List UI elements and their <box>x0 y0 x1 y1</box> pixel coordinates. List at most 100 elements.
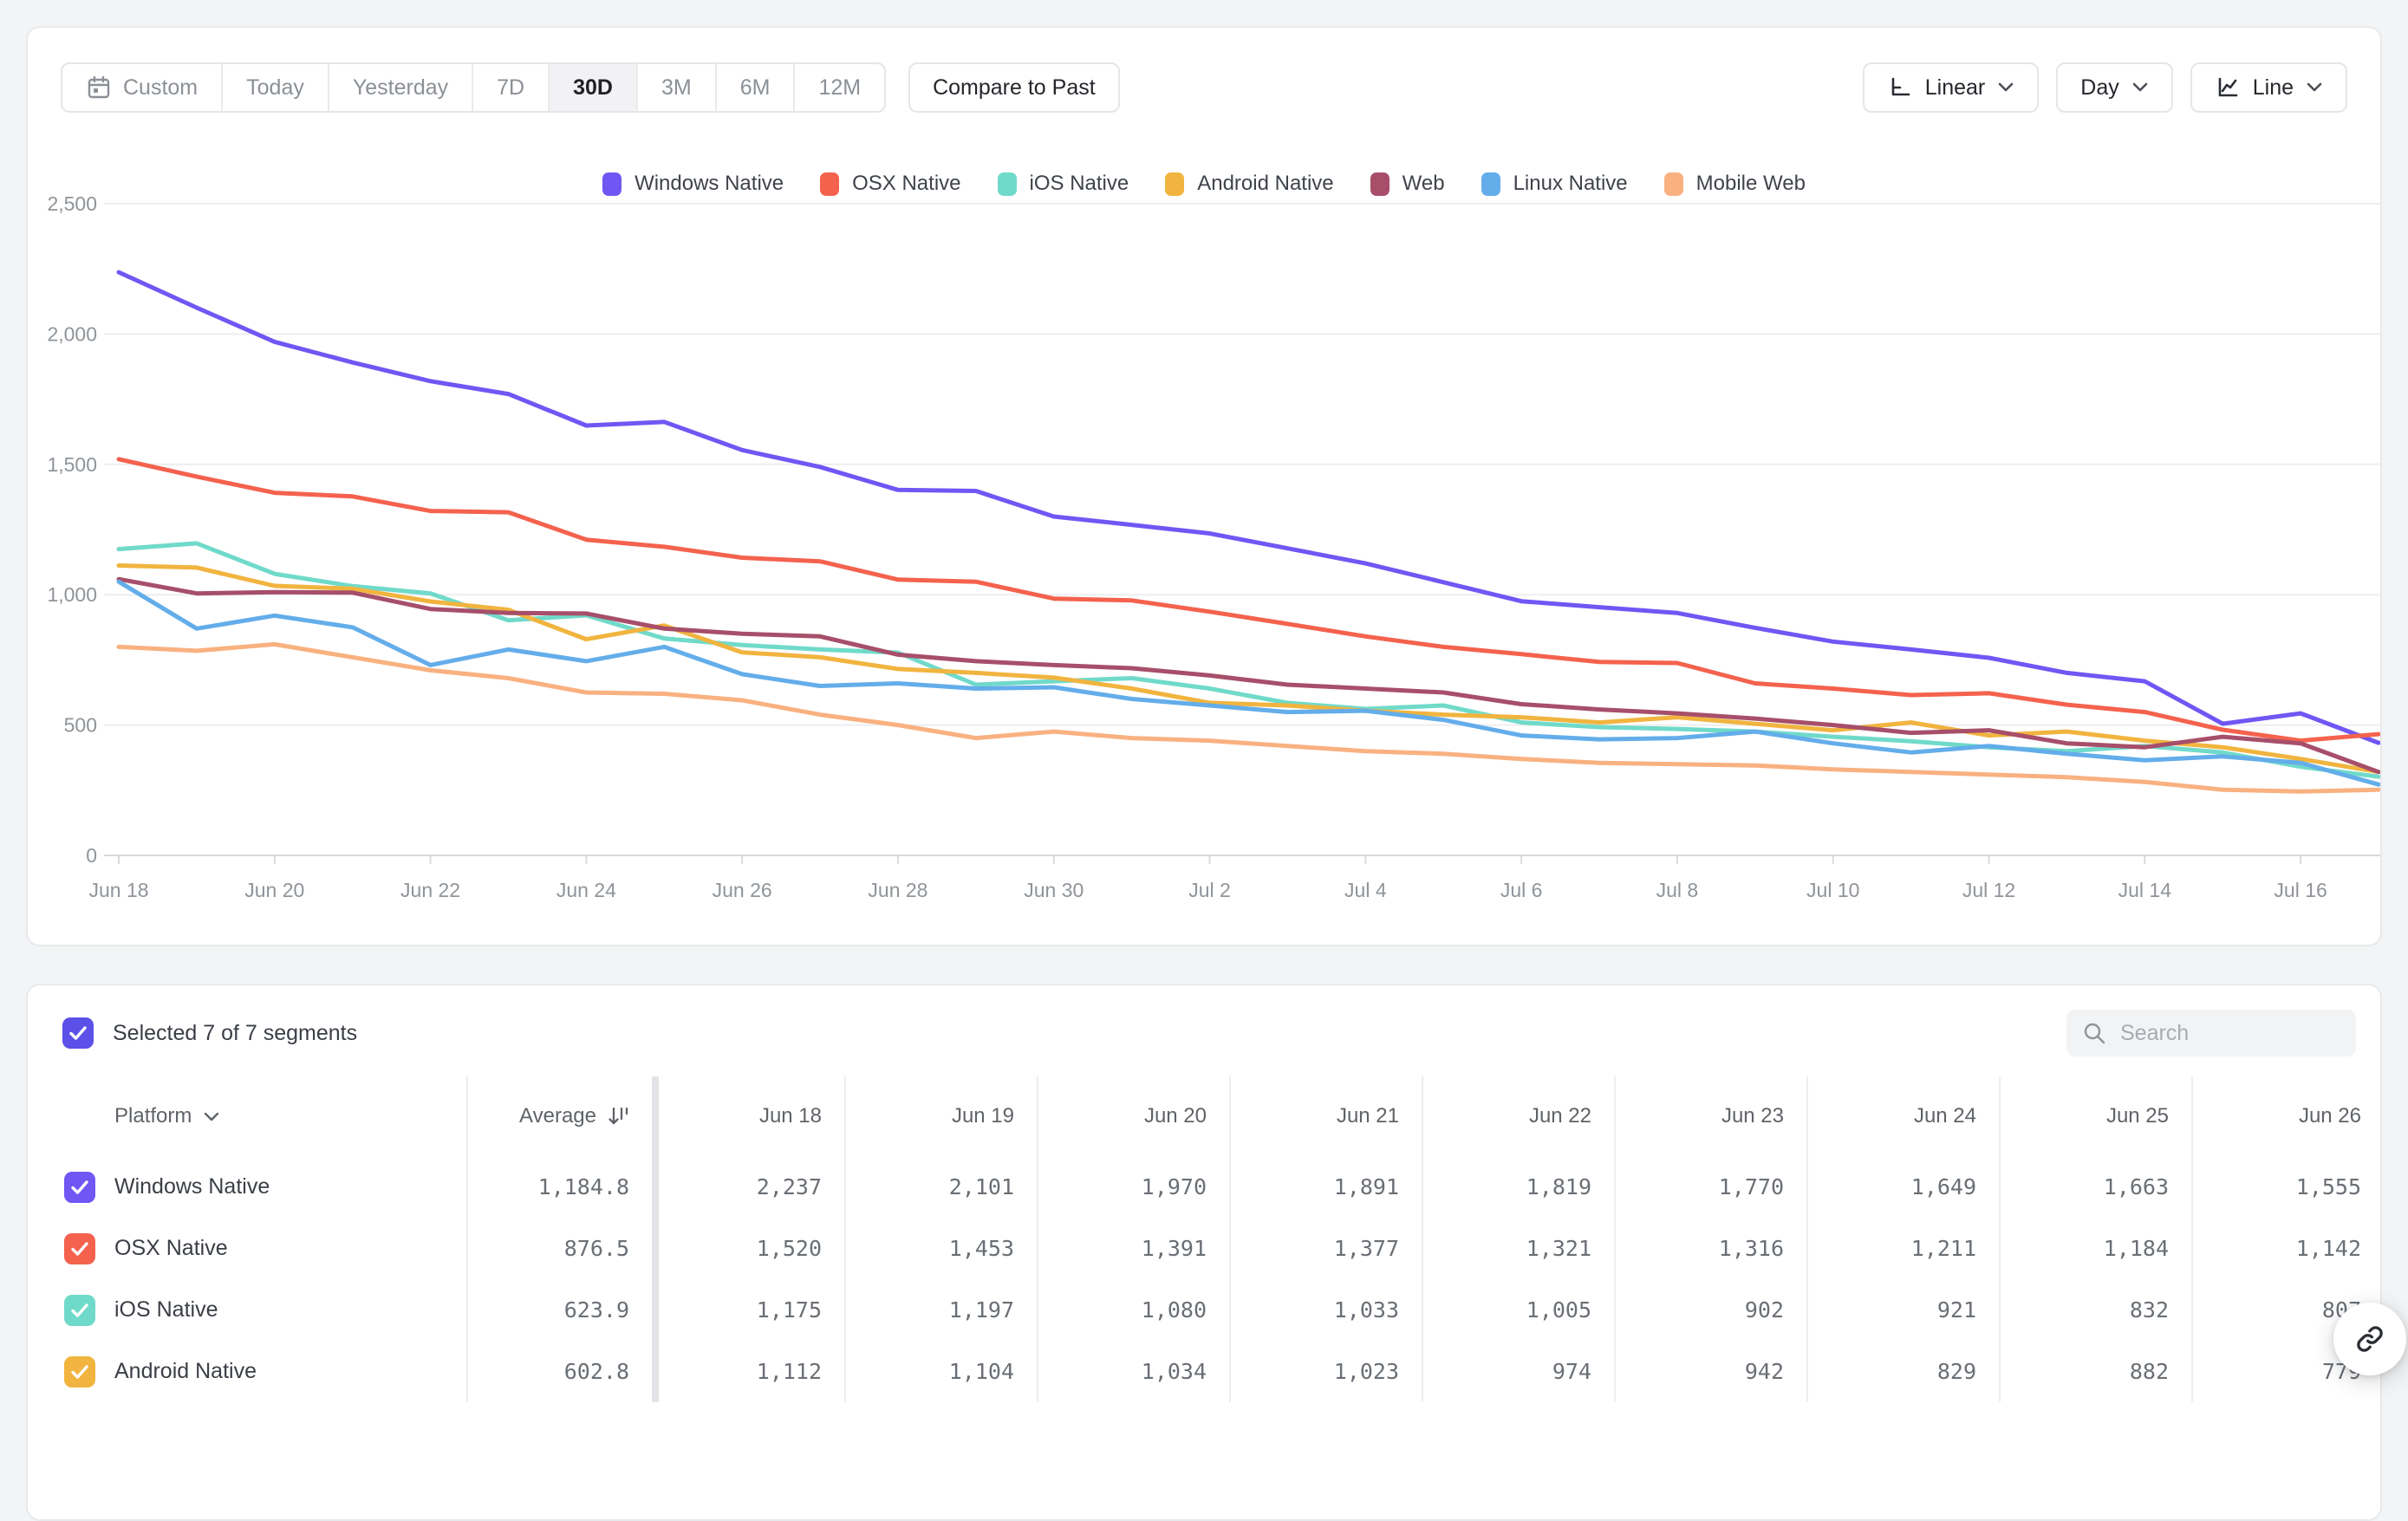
legend-item[interactable]: iOS Native <box>998 172 1129 196</box>
value-cell: 1,104 <box>844 1341 1037 1402</box>
table-row[interactable]: iOS Native623.91,1751,1971,0801,0331,005… <box>28 1279 2382 1341</box>
column-header-date[interactable]: Jun 19 <box>844 1076 1037 1156</box>
range-label: 12M <box>818 75 861 101</box>
legend-item[interactable]: Web <box>1370 172 1445 196</box>
row-checkbox[interactable] <box>64 1356 95 1388</box>
average-cell: 1,184.8 <box>466 1156 652 1218</box>
column-header-date[interactable]: Jun 21 <box>1229 1076 1422 1156</box>
value-cell: 1,197 <box>844 1279 1037 1341</box>
chart-type-select[interactable]: Line <box>2190 62 2347 113</box>
value-cell: 1,142 <box>2191 1218 2382 1279</box>
interval-select[interactable]: Day <box>2056 62 2172 113</box>
row-checkbox[interactable] <box>64 1233 95 1264</box>
legend-swatch <box>1481 172 1500 196</box>
range-label: 30D <box>573 75 613 101</box>
link-button[interactable] <box>2333 1303 2406 1375</box>
value-cell: 1,316 <box>1614 1218 1806 1279</box>
range-button-today[interactable]: Today <box>221 64 328 111</box>
sort-descending-icon <box>607 1105 629 1128</box>
table-row[interactable]: Android Native602.81,1121,1041,0341,0239… <box>28 1341 2382 1402</box>
x-axis-tick-label: Jul 6 <box>1500 879 1543 901</box>
row-checkbox[interactable] <box>64 1172 95 1203</box>
value-cell: 1,023 <box>1229 1341 1422 1402</box>
range-button-yesterday[interactable]: Yesterday <box>328 64 472 111</box>
legend-swatch <box>1165 172 1184 196</box>
range-label: Custom <box>123 75 198 101</box>
platform-label: Windows Native <box>114 1174 270 1199</box>
link-icon <box>2354 1323 2385 1355</box>
chart-legend: Windows Native OSX Native iOS Native Androi… <box>28 172 2380 196</box>
column-header-platform[interactable]: Platform <box>28 1076 466 1156</box>
legend-label: Linux Native <box>1513 172 1628 196</box>
value-cell: 1,034 <box>1037 1341 1229 1402</box>
x-axis-tick-label: Jul 2 <box>1188 879 1231 901</box>
column-header-date[interactable]: Jun 22 <box>1422 1076 1614 1156</box>
value-cell: 832 <box>1999 1279 2191 1341</box>
legend-swatch <box>1664 172 1683 196</box>
x-axis-tick-label: Jul 8 <box>1656 879 1699 901</box>
x-axis-tick-label: Jul 12 <box>1962 879 2015 901</box>
interval-label: Day <box>2080 75 2118 101</box>
select-all-checkbox[interactable] <box>62 1017 94 1049</box>
segments-table: PlatformAverageJun 18Jun 19Jun 20Jun 21J… <box>28 1076 2382 1402</box>
range-button-7d[interactable]: 7D <box>472 64 548 111</box>
compare-to-past-button[interactable]: Compare to Past <box>908 62 1120 113</box>
chevron-down-icon <box>2306 82 2323 93</box>
search-box <box>2066 1010 2356 1056</box>
value-cell: 921 <box>1806 1279 1999 1341</box>
column-header-date[interactable]: Jun 24 <box>1806 1076 1999 1156</box>
linear-axis-icon <box>1887 75 1913 101</box>
chart-type-label: Line <box>2253 75 2294 101</box>
series-line-osx-native[interactable] <box>119 459 2379 741</box>
value-cell: 1,453 <box>844 1218 1037 1279</box>
legend-label: Web <box>1402 172 1445 196</box>
column-header-date[interactable]: Jun 20 <box>1037 1076 1229 1156</box>
column-header-date[interactable]: Jun 25 <box>1999 1076 2191 1156</box>
search-input[interactable] <box>2118 1020 2340 1047</box>
chart-card: Custom Today Yesterday 7D 30D 3M6M 12M Compare… <box>26 26 2382 946</box>
table-row[interactable]: Windows Native1,184.82,2372,1011,9701,89… <box>28 1156 2382 1218</box>
row-checkbox[interactable] <box>64 1295 95 1326</box>
value-cell: 942 <box>1614 1341 1806 1402</box>
legend-item[interactable]: Android Native <box>1165 172 1333 196</box>
value-cell: 1,649 <box>1806 1156 1999 1218</box>
column-header-date[interactable]: Jun 18 <box>652 1076 844 1156</box>
check-icon <box>70 1303 89 1318</box>
range-button-3m[interactable]: 3M <box>636 64 715 111</box>
range-button-12m[interactable]: 12M <box>793 64 884 111</box>
platform-cell: Android Native <box>28 1341 466 1402</box>
legend-swatch <box>998 172 1017 196</box>
check-icon <box>68 1025 88 1041</box>
legend-item[interactable]: Linux Native <box>1481 172 1628 196</box>
line-chart[interactable]: 05001,0001,5002,0002,500Jun 18Jun 20Jun … <box>28 28 2380 945</box>
value-cell: 1,520 <box>652 1218 844 1279</box>
value-cell: 1,184 <box>1999 1218 2191 1279</box>
table-row[interactable]: OSX Native876.51,5201,4531,3911,3771,321… <box>28 1218 2382 1279</box>
x-axis-tick-label: Jun 26 <box>713 879 772 901</box>
average-cell: 623.9 <box>466 1279 652 1341</box>
value-cell: 1,211 <box>1806 1218 1999 1279</box>
legend-item[interactable]: OSX Native <box>820 172 960 196</box>
legend-item[interactable]: Mobile Web <box>1664 172 1806 196</box>
scale-select[interactable]: Linear <box>1863 62 2040 113</box>
column-header-average[interactable]: Average <box>466 1076 652 1156</box>
average-cell: 876.5 <box>466 1218 652 1279</box>
legend-item[interactable]: Windows Native <box>602 172 784 196</box>
range-button-custom[interactable]: Custom <box>62 64 221 111</box>
range-button-6m[interactable]: 6M <box>715 64 794 111</box>
legend-swatch <box>602 172 622 196</box>
search-icon <box>2082 1021 2106 1045</box>
value-cell: 1,175 <box>652 1279 844 1341</box>
calendar-icon <box>86 75 112 101</box>
range-button-30d[interactable]: 30D <box>548 64 636 111</box>
value-cell: 829 <box>1806 1341 1999 1402</box>
column-header-date[interactable]: Jun 23 <box>1614 1076 1806 1156</box>
check-icon <box>70 1241 89 1257</box>
value-cell: 882 <box>1999 1341 2191 1402</box>
column-header-date[interactable]: Jun 26 <box>2191 1076 2382 1156</box>
legend-label: Android Native <box>1197 172 1333 196</box>
check-icon <box>70 1180 89 1195</box>
value-cell: 1,770 <box>1614 1156 1806 1218</box>
range-label: Yesterday <box>353 75 448 101</box>
check-icon <box>70 1364 89 1380</box>
